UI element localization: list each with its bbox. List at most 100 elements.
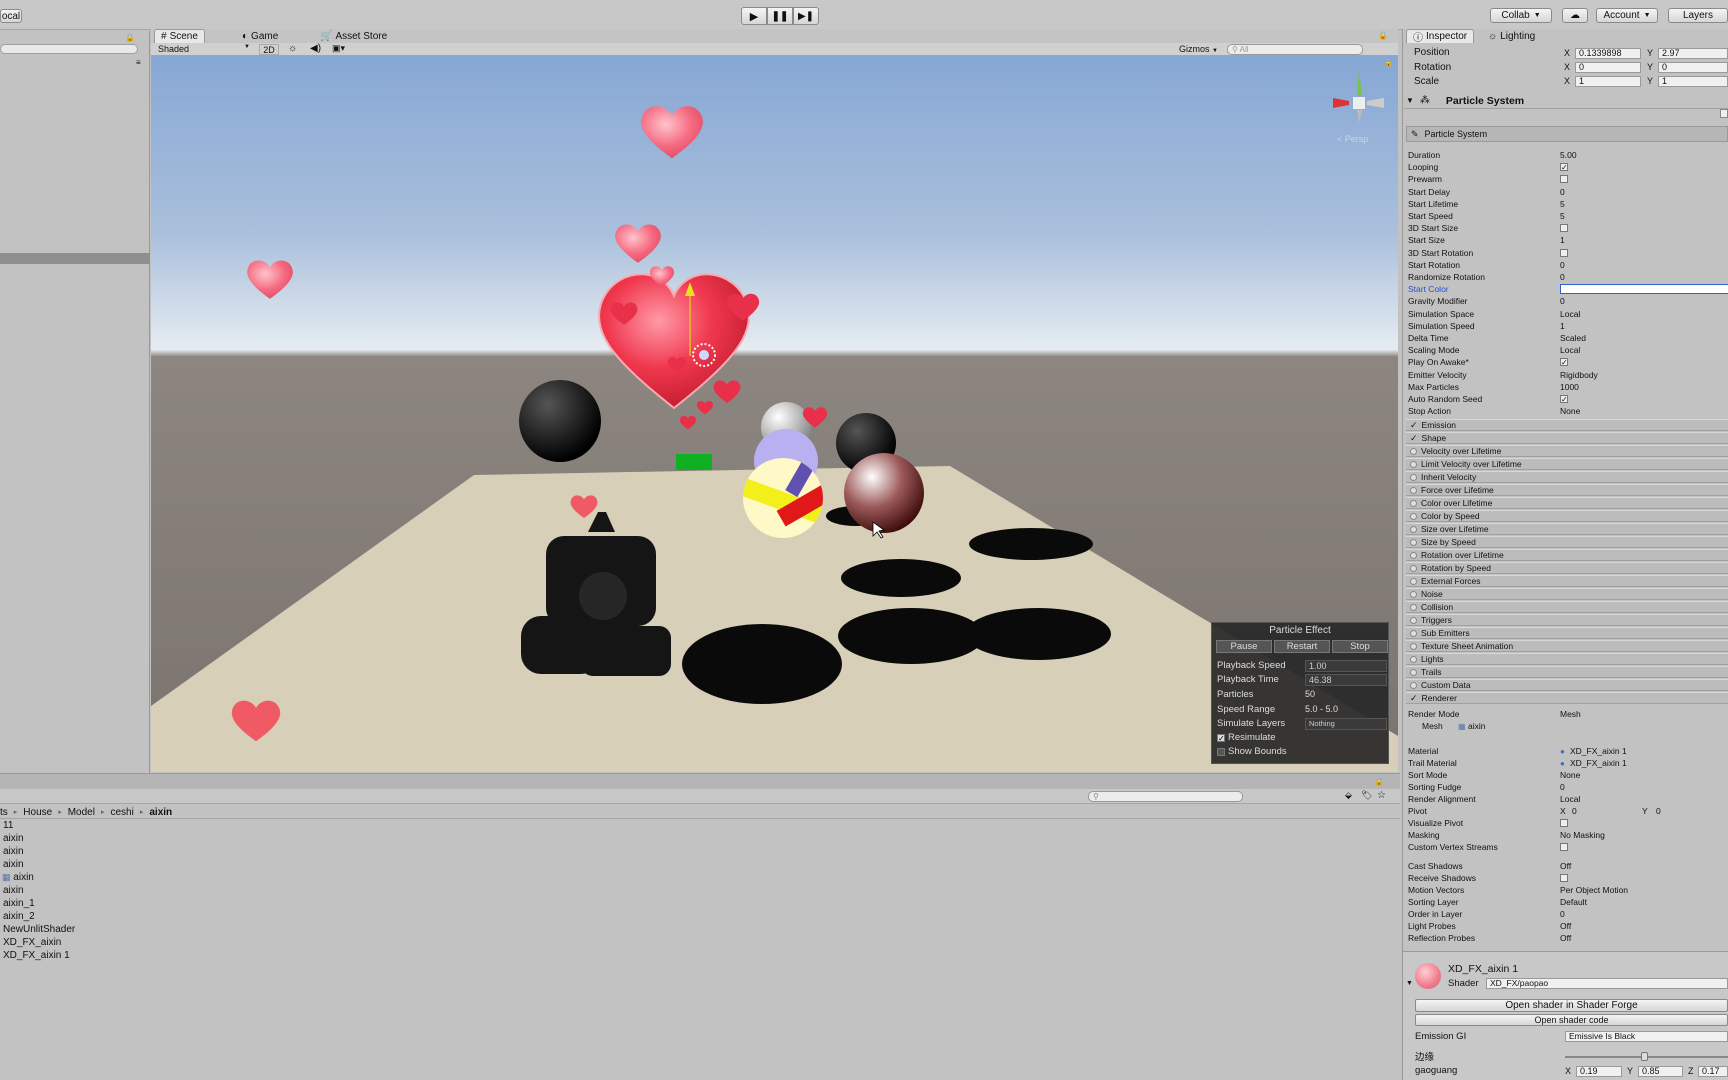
module-collision[interactable]: Collision [1406,601,1728,613]
project-lock-icon[interactable]: 🔒 [1374,777,1384,786]
gaoguang-y-field[interactable]: 0.85 [1638,1066,1683,1077]
list-item[interactable]: aixin_1 [3,898,35,909]
biandao-slider-thumb[interactable] [1641,1052,1648,1061]
module-noise[interactable]: Noise [1406,588,1728,600]
module-toggle[interactable] [1410,499,1417,507]
module-toggle[interactable] [1410,447,1417,455]
tab-game[interactable]: ◐ Game [236,29,284,43]
module-toggle[interactable] [1410,538,1417,546]
collab-button[interactable]: Collab ▼ [1490,8,1552,23]
gizmos-dropdown[interactable]: Gizmos ▼ [1179,44,1218,54]
lighting-toggle-icon[interactable]: ☼ [288,43,297,54]
list-item[interactable]: XD_FX_aixin 1 [3,950,70,961]
module-toggle[interactable] [1410,655,1417,663]
list-item[interactable]: XD_FX_aixin [3,937,61,948]
pivot-x-field[interactable]: 0 [1572,806,1577,816]
list-item[interactable]: 11 [3,820,13,831]
start-color-swatch[interactable] [1560,284,1728,295]
position-y-field[interactable]: 2.97 [1658,48,1728,59]
list-item[interactable]: ▦ aixin [2,872,34,883]
module-size-by-speed[interactable]: Size by Speed [1406,536,1728,548]
foldout-arrow-icon[interactable]: ▼ [1406,980,1413,987]
hierarchy-selected-row[interactable] [0,253,150,264]
filter-label-icon[interactable]: 🏷 [1361,790,1372,801]
menu-icon[interactable]: ≡ [136,58,141,67]
scale-y-field[interactable]: 1 [1658,76,1728,87]
playback-time-field[interactable]: 46.38 [1305,674,1387,686]
tab-inspector[interactable]: ⓘ Inspector [1406,29,1475,44]
open-shader-forge-button[interactable]: Open shader in Shader Forge [1415,999,1728,1012]
prop-checkbox[interactable]: ✓ [1560,358,1568,367]
module-inherit-velocity[interactable]: Inherit Velocity [1406,471,1728,483]
module-toggle[interactable] [1410,564,1417,572]
module-external-forces[interactable]: External Forces [1406,575,1728,587]
list-item[interactable]: aixin_2 [3,911,35,922]
particle-system-subheader[interactable]: ✎ Particle System [1406,126,1728,142]
show-bounds-row[interactable]: Show Bounds [1217,745,1287,758]
favorite-icon[interactable]: ☆ [1377,790,1386,801]
toggle-2d-button[interactable]: 2D [259,44,279,55]
open-shader-code-button[interactable]: Open shader code [1415,1014,1728,1026]
module-lights[interactable]: Lights [1406,653,1728,665]
persp-label[interactable]: < Persp [1337,134,1368,144]
module-toggle[interactable] [1410,642,1417,650]
resimulate-checkbox[interactable]: ✓ [1217,733,1225,742]
module-toggle[interactable] [1410,473,1417,481]
prop-checkbox[interactable] [1560,819,1568,827]
module-rotation-by-speed[interactable]: Rotation by Speed [1406,562,1728,574]
prop-checkbox[interactable] [1560,248,1568,257]
restart-particles-button[interactable]: Restart [1274,640,1330,653]
prop-checkbox[interactable] [1560,843,1568,851]
list-item[interactable]: NewUnlitShader [3,924,75,935]
account-button[interactable]: Account ▼ [1596,8,1658,23]
module-emission[interactable]: ✓ Emission [1406,419,1728,431]
module-toggle[interactable] [1410,525,1417,533]
scene-search-input[interactable]: ⚲ All [1227,44,1363,55]
tab-scene[interactable]: # Scene [154,29,205,43]
module-toggle[interactable] [1410,551,1417,559]
emission-gi-dropdown[interactable]: Emissive Is Black [1565,1031,1728,1042]
component-header[interactable]: ▼ ⁂ Particle System [1404,93,1728,109]
list-item[interactable]: aixin [3,846,24,857]
module-toggle[interactable] [1410,577,1417,585]
lock-icon[interactable]: 🔒 [125,33,135,42]
play-button[interactable]: ▶ [741,7,767,25]
module-custom-data[interactable]: Custom Data [1406,679,1728,691]
show-bounds-checkbox[interactable] [1217,747,1225,756]
scene-lock-icon[interactable]: 🔒 [1378,31,1388,40]
local-button[interactable]: ocal [0,9,22,23]
module-shape[interactable]: ✓ Shape [1406,432,1728,444]
list-item[interactable]: aixin [3,859,24,870]
breadcrumb-current[interactable]: aixin [149,807,172,818]
module-toggle[interactable]: ✓ [1410,433,1418,444]
hierarchy-search-field[interactable] [0,44,138,54]
pause-button[interactable]: ❚❚ [767,7,793,25]
stop-particles-button[interactable]: Stop [1332,640,1388,653]
scale-x-field[interactable]: 1 [1575,76,1641,87]
module-toggle[interactable]: ✓ [1410,420,1418,431]
project-search-input[interactable]: ⚲ [1088,791,1243,802]
pivot-y-field[interactable]: 0 [1656,806,1661,816]
module-toggle[interactable] [1410,629,1417,637]
prop-checkbox[interactable]: ✓ [1560,163,1568,172]
filter-type-icon[interactable]: ⬙ [1345,790,1352,801]
module-toggle[interactable] [1410,460,1417,468]
module-color-by-speed[interactable]: Color by Speed [1406,510,1728,522]
layers-button[interactable]: Layers [1668,8,1728,23]
component-enable-checkbox[interactable] [1720,109,1728,118]
cloud-button[interactable]: ☁ [1562,8,1588,23]
module-toggle[interactable] [1410,668,1417,676]
audio-toggle-icon[interactable]: ◀) [310,43,321,54]
module-triggers[interactable]: Triggers [1406,614,1728,626]
module-toggle[interactable] [1410,681,1417,689]
module-toggle[interactable] [1410,603,1417,611]
module-toggle[interactable] [1410,616,1417,624]
prop-checkbox[interactable] [1560,224,1568,233]
list-item[interactable]: aixin [3,833,24,844]
module-sub-emitters[interactable]: Sub Emitters [1406,627,1728,639]
effects-toggle-icon[interactable]: ▣▾ [332,43,345,54]
breadcrumb-item[interactable]: ceshi [110,807,133,818]
module-texture-sheet-animation[interactable]: Texture Sheet Animation [1406,640,1728,652]
step-button[interactable]: ▶❚ [793,7,819,25]
rotation-x-field[interactable]: 0 [1575,62,1641,73]
